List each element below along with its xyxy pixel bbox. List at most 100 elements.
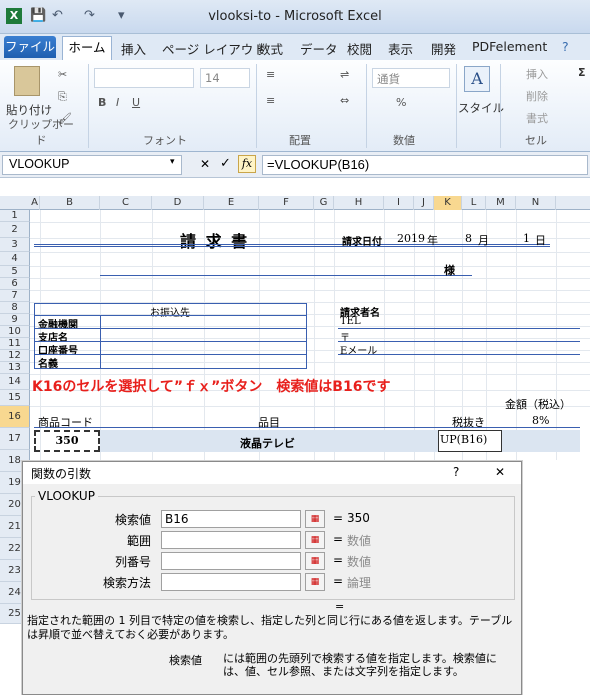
date-month: 8: [465, 232, 472, 245]
arg-input[interactable]: [161, 552, 301, 570]
gridline-h: [30, 266, 590, 267]
gridline-h: [30, 222, 590, 223]
delete-cells-button[interactable]: 削除: [526, 88, 548, 104]
row-header[interactable]: 2: [0, 222, 30, 238]
row-header[interactable]: 1: [0, 210, 30, 222]
column-header[interactable]: F: [259, 196, 314, 210]
name-box-dropdown-icon[interactable]: ▾: [170, 157, 175, 167]
row-header[interactable]: 7: [0, 290, 30, 302]
font-size-dropdown[interactable]: 14: [200, 68, 250, 88]
cut-icon[interactable]: ✂: [58, 68, 67, 81]
help-icon[interactable]: ?: [562, 39, 569, 54]
column-header[interactable]: B: [40, 196, 100, 210]
range-picker-icon[interactable]: ▦: [305, 573, 325, 591]
row-header[interactable]: 8: [0, 302, 30, 314]
column-header[interactable]: I: [384, 196, 414, 210]
tax-rate: 8%: [532, 414, 550, 427]
column-header[interactable]: M: [486, 196, 516, 210]
day-label: 日: [535, 234, 546, 247]
arg-input[interactable]: [161, 573, 301, 591]
merge-icon[interactable]: ⇔: [340, 94, 349, 107]
row-header[interactable]: 13: [0, 362, 30, 374]
dialog-help-button[interactable]: ?: [453, 465, 459, 479]
sama-label: 様: [444, 264, 455, 277]
arg-label: 列番号: [114, 555, 151, 569]
insert-cells-button[interactable]: 挿入: [526, 66, 548, 82]
row-header[interactable]: 15: [0, 390, 30, 406]
insert-function-button[interactable]: fx: [238, 155, 256, 173]
tab-insert[interactable]: 挿入: [121, 39, 146, 58]
row-header[interactable]: 5: [0, 266, 30, 278]
copy-icon[interactable]: ⎘: [58, 90, 67, 104]
font-name-dropdown[interactable]: [94, 68, 194, 88]
tab-file[interactable]: ファイル: [4, 36, 56, 58]
tab-page-layout[interactable]: ページ レイアウト: [162, 39, 266, 58]
month-label: 月: [478, 234, 489, 247]
row-header[interactable]: 12: [0, 350, 30, 362]
tab-formulas[interactable]: 数式: [258, 39, 283, 58]
range-picker-icon[interactable]: ▦: [305, 531, 325, 549]
cell-d16[interactable]: 液晶テレビ: [240, 435, 295, 451]
name-box[interactable]: VLOOKUP: [2, 155, 182, 175]
row-header[interactable]: 6: [0, 278, 30, 290]
dialog-close-button[interactable]: ✕: [495, 465, 505, 479]
arg-input[interactable]: B16: [161, 510, 301, 528]
cell-b16[interactable]: 350: [34, 430, 100, 452]
styles-button[interactable]: スタイル: [458, 100, 504, 116]
format-cells-button[interactable]: 書式: [526, 110, 548, 126]
row-header[interactable]: 10: [0, 326, 30, 338]
tab-review[interactable]: 校閲: [347, 39, 372, 58]
paste-icon[interactable]: [14, 66, 40, 96]
style-icon[interactable]: A: [464, 66, 490, 92]
row-header[interactable]: 14: [0, 374, 30, 390]
column-header[interactable]: A: [30, 196, 40, 210]
column-header[interactable]: H: [334, 196, 384, 210]
tab-developer[interactable]: 開発: [431, 39, 456, 58]
issuer-row-line: [338, 328, 580, 329]
align-left-icon[interactable]: ≡: [266, 94, 275, 107]
row-header[interactable]: 11: [0, 338, 30, 350]
function-description: 指定された範囲の 1 列目で特定の値を検索し、指定した列と同じ行にある値を返しま…: [27, 614, 513, 641]
range-picker-icon[interactable]: ▦: [305, 510, 325, 528]
tab-view[interactable]: 表示: [388, 39, 413, 58]
underline-icon[interactable]: U: [132, 96, 140, 109]
enter-icon[interactable]: ✓: [220, 156, 231, 171]
tab-data[interactable]: データ: [300, 39, 338, 58]
align-top-icon[interactable]: ≡: [266, 68, 275, 81]
column-header[interactable]: C: [100, 196, 152, 210]
arg-help-name: 検索値: [169, 654, 202, 667]
row-header[interactable]: 16: [0, 406, 30, 428]
bank-col-line: [100, 315, 101, 369]
arg-input[interactable]: [161, 531, 301, 549]
column-header[interactable]: K: [434, 196, 462, 210]
column-header[interactable]: G: [314, 196, 334, 210]
arg-result: 数値: [347, 534, 372, 548]
cancel-icon[interactable]: ✕: [200, 157, 210, 171]
column-header[interactable]: J: [414, 196, 434, 210]
column-header[interactable]: L: [462, 196, 486, 210]
wrap-text-icon[interactable]: ⇌: [340, 68, 349, 81]
cell-k16[interactable]: UP(B16): [438, 430, 502, 452]
gridline-h: [30, 374, 590, 375]
formula-input[interactable]: =VLOOKUP(B16): [262, 155, 588, 175]
tab-home[interactable]: ホーム: [62, 36, 112, 60]
column-header[interactable]: E: [204, 196, 259, 210]
year-label: 年: [427, 234, 438, 247]
arg-equals: =: [333, 532, 344, 546]
number-format-dropdown[interactable]: 通貨: [372, 68, 450, 88]
column-header[interactable]: D: [152, 196, 204, 210]
range-picker-icon[interactable]: ▦: [305, 552, 325, 570]
bank-row-line: [34, 315, 307, 316]
row-header[interactable]: 3: [0, 238, 30, 252]
row-header[interactable]: 4: [0, 252, 30, 266]
percent-icon[interactable]: %: [396, 96, 406, 109]
bank-row-label: 名義: [38, 359, 58, 370]
italic-icon[interactable]: I: [116, 96, 119, 109]
row-header[interactable]: 9: [0, 314, 30, 326]
column-header[interactable]: N: [516, 196, 556, 210]
row-header[interactable]: 17: [0, 428, 30, 450]
sum-icon[interactable]: Σ: [578, 66, 586, 79]
tab-pdfelement[interactable]: PDFelement: [472, 39, 547, 54]
bold-icon[interactable]: B: [98, 96, 106, 109]
function-name: VLOOKUP: [35, 489, 98, 503]
